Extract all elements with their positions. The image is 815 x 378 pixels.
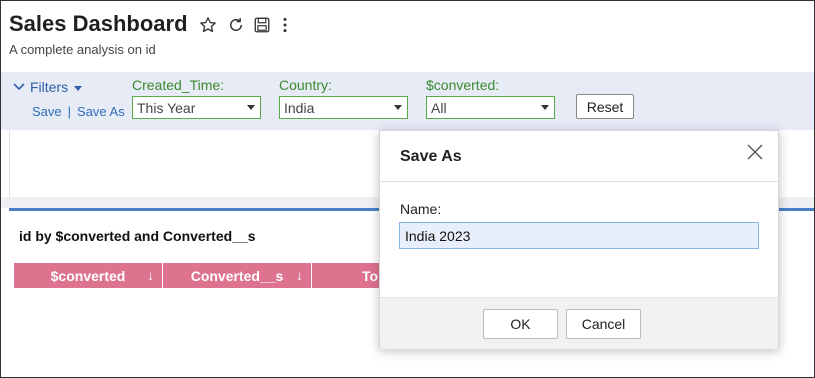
- converted-label: $converted:: [426, 77, 500, 93]
- save-as-link[interactable]: Save As: [77, 104, 125, 119]
- country-value: India: [284, 99, 315, 116]
- dialog-divider: [380, 181, 778, 182]
- table-header: $converted ↓ Converted__s ↓ To: [14, 263, 382, 288]
- report-title: id by $converted and Converted__s: [19, 228, 256, 244]
- created-time-value: This Year: [137, 99, 196, 116]
- column-header-label: $converted: [50, 267, 126, 284]
- save-link[interactable]: Save: [32, 104, 62, 119]
- save-icon[interactable]: [252, 14, 272, 36]
- converted-value: All: [431, 99, 447, 116]
- converted-select[interactable]: All: [426, 96, 555, 119]
- name-label: Name:: [400, 201, 442, 217]
- more-vertical-icon[interactable]: [275, 14, 295, 36]
- country-label: Country:: [279, 77, 332, 93]
- save-as-dialog: Save As Name: OK Cancel: [379, 130, 779, 349]
- column-header-total[interactable]: To: [312, 263, 382, 288]
- sort-down-icon[interactable]: ↓: [147, 267, 154, 283]
- column-header-converted[interactable]: $converted ↓: [14, 263, 163, 288]
- name-input[interactable]: [399, 222, 759, 249]
- filters-toggle[interactable]: Filters: [13, 79, 83, 95]
- reset-button[interactable]: Reset: [576, 94, 634, 119]
- caret-down-icon: [73, 79, 83, 95]
- chevron-down-icon: [13, 79, 25, 95]
- column-header-label: Converted__s: [190, 267, 284, 284]
- column-header-converted-s[interactable]: Converted__s ↓: [163, 263, 312, 288]
- link-separator: |: [67, 104, 72, 119]
- dashboard-subtitle: A complete analysis on id: [9, 42, 156, 57]
- cancel-button[interactable]: Cancel: [566, 309, 641, 339]
- created-time-select[interactable]: This Year: [132, 96, 261, 119]
- dashboard-title: Sales Dashboard: [9, 11, 188, 36]
- dialog-title: Save As: [400, 148, 462, 165]
- caret-down-icon: [541, 105, 549, 110]
- close-icon[interactable]: [746, 143, 764, 161]
- caret-down-icon: [247, 105, 255, 110]
- column-header-label: To: [362, 267, 379, 284]
- refresh-icon[interactable]: [226, 14, 246, 36]
- sort-down-icon[interactable]: ↓: [296, 267, 303, 283]
- caret-down-icon: [394, 105, 402, 110]
- filter-save-links: Save | Save As: [32, 104, 125, 119]
- filters-label: Filters: [30, 79, 69, 95]
- country-select[interactable]: India: [279, 96, 408, 119]
- created-time-label: Created_Time:: [132, 77, 225, 93]
- star-icon[interactable]: [198, 14, 218, 36]
- ok-button[interactable]: OK: [483, 309, 558, 339]
